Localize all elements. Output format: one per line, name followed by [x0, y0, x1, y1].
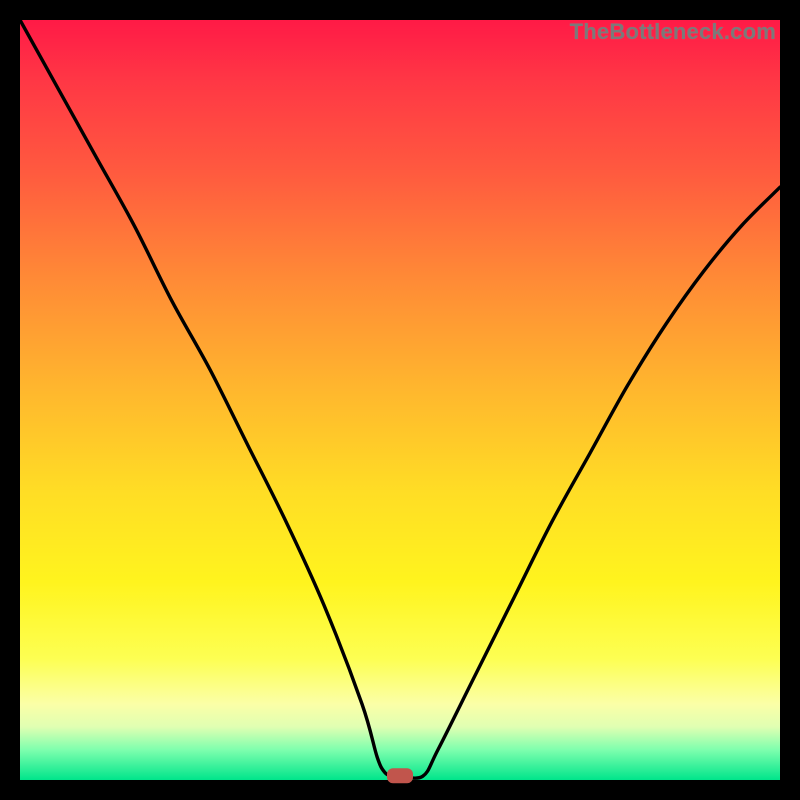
- curve-svg: [20, 20, 780, 780]
- optimal-point-marker: [387, 768, 413, 783]
- plot-area: TheBottleneck.com: [20, 20, 780, 780]
- chart-frame: TheBottleneck.com: [0, 0, 800, 800]
- bottleneck-curve: [20, 20, 780, 778]
